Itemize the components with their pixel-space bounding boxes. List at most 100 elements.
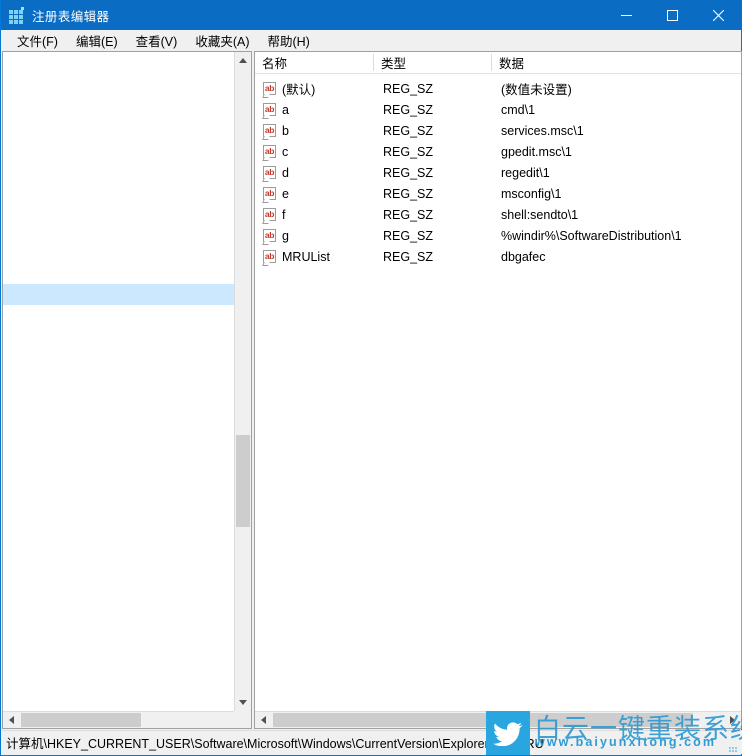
value-data: cmd\1 (501, 102, 536, 117)
value-name: (默认) (282, 83, 316, 97)
value-data: shell:sendto\1 (501, 207, 579, 222)
value-data: regedit\1 (501, 165, 550, 180)
tree-node[interactable]: Session (3, 326, 235, 347)
values-scroll-left-button[interactable] (255, 712, 272, 728)
tree-node[interactable]: RunMRU (3, 284, 235, 305)
value-name: d (282, 165, 289, 180)
tree-node[interactable]: Ext (3, 704, 235, 711)
value-name: e (282, 186, 289, 201)
value-type: REG_SZ (383, 144, 434, 159)
tree-node[interactable]: TWinUI (3, 536, 235, 557)
string-value-ab-icon: ab (262, 228, 277, 245)
tree-node[interactable]: Package (3, 200, 235, 221)
tree-node[interactable]: TrayNot (3, 515, 235, 536)
value-type: REG_SZ (383, 186, 434, 201)
column-header-name[interactable]: 名称 (255, 52, 373, 73)
tree-node[interactable]: Taskbar (3, 494, 235, 515)
menu-help[interactable]: 帮助(H) (258, 29, 318, 53)
values-column-header: 名称 类型 数据 (255, 52, 741, 74)
value-row[interactable]: ab g REG_SZ %windir%\SoftwareDistribution\1 (255, 225, 741, 246)
tree-node[interactable]: VirtualD (3, 620, 235, 641)
tree-node[interactable]: RecentD (3, 242, 235, 263)
value-type: REG_SZ (383, 102, 434, 117)
tree-scroll-up-button[interactable] (235, 52, 251, 69)
tree-scrollbar-corner (234, 711, 251, 728)
column-header-data[interactable]: 数据 (492, 52, 725, 73)
string-value-ab-icon: ab (262, 186, 277, 203)
tree-node[interactable]: StartPag (3, 389, 235, 410)
tree-node[interactable]: MenuOr (3, 116, 235, 137)
value-row[interactable]: ab a REG_SZ cmd\1 (255, 99, 741, 120)
tree-scroll-left-button[interactable] (3, 712, 20, 728)
maximize-button[interactable] (649, 0, 695, 30)
window-controls (603, 0, 741, 30)
menu-edit[interactable]: 编辑(E) (67, 29, 127, 53)
value-name: MRUList (282, 249, 330, 264)
registry-values-pane: 名称 类型 数据 ab (默认) REG_SZ (数值未设置) ab a REG_SZ cmd… (254, 51, 742, 729)
value-type: REG_SZ (383, 123, 434, 138)
value-row[interactable]: ab e REG_SZ msconfig\1 (255, 183, 741, 204)
tree-horizontal-scrollbar[interactable] (3, 711, 251, 728)
tree-node[interactable]: PlmVola (3, 221, 235, 242)
close-button[interactable] (695, 0, 741, 30)
value-row[interactable]: ab f REG_SZ shell:sendto\1 (255, 204, 741, 225)
menu-view[interactable]: 查看(V) (127, 29, 187, 53)
string-value-ab-icon: ab (262, 144, 277, 161)
tree-node[interactable]: UserAss (3, 599, 235, 620)
value-data: dbgafec (501, 249, 546, 264)
tree-node[interactable]: SearchP (3, 305, 235, 326)
string-value-ab-icon: ab (262, 123, 277, 140)
tree-node[interactable]: StuckRe (3, 473, 235, 494)
tree-node[interactable]: TypedPa (3, 557, 235, 578)
tree-node[interactable]: User Sh (3, 578, 235, 599)
menu-file[interactable]: 文件(F) (8, 29, 67, 53)
values-scroll-right-button[interactable] (724, 712, 741, 728)
value-type: REG_SZ (383, 207, 434, 222)
tree-node[interactable]: Shell Fo (3, 347, 235, 368)
value-row[interactable]: ab MRUList REG_SZ dbgafec (255, 246, 741, 267)
value-row[interactable]: ab b REG_SZ services.msc\1 (255, 120, 741, 141)
tree-node[interactable]: MountP (3, 158, 235, 179)
tree-node[interactable]: StartupA (3, 410, 235, 431)
values-horizontal-scrollbar[interactable] (255, 711, 741, 728)
tree-node[interactable]: Shutdov (3, 368, 235, 389)
tree-node[interactable]: Streams (3, 452, 235, 473)
tree-node[interactable]: Ribbon (3, 263, 235, 284)
registry-editor-window: 注册表编辑器 文件(F) 编辑(E) 查看(V) 收藏夹(A) 帮助(H) Hi… (0, 0, 742, 756)
string-value-ab-icon: ab (262, 102, 277, 119)
value-name: b (282, 123, 289, 138)
panes-container: HideDesLogonSLowRegMenuOrModuleMountPOpe… (2, 51, 742, 729)
registry-tree[interactable]: HideDesLogonSLowRegMenuOrModuleMountPOpe… (3, 52, 235, 711)
value-name: f (282, 207, 286, 222)
tree-node[interactable]: LogonS (3, 74, 235, 95)
values-hscrollbar-thumb[interactable] (273, 713, 693, 727)
tree-hscrollbar-thumb[interactable] (21, 713, 141, 727)
value-data: %windir%\SoftwareDistribution\1 (501, 228, 682, 243)
tree-scroll-down-button[interactable] (235, 694, 251, 711)
column-header-type[interactable]: 类型 (374, 52, 491, 73)
tree-node[interactable]: HideDes (3, 53, 235, 74)
tree-node[interactable]: Wallpap (3, 662, 235, 683)
tree-node[interactable]: LowReg (3, 95, 235, 116)
value-row[interactable]: ab c REG_SZ gpedit.msc\1 (255, 141, 741, 162)
registry-tree-pane: HideDesLogonSLowRegMenuOrModuleMountPOpe… (2, 51, 252, 729)
value-row[interactable]: ab (默认) REG_SZ (数值未设置) (255, 78, 741, 99)
menu-favorites[interactable]: 收藏夹(A) (186, 29, 258, 53)
tree-node[interactable]: Module (3, 137, 235, 158)
value-data: services.msc\1 (501, 123, 584, 138)
tree-scrollbar-thumb[interactable] (236, 435, 250, 527)
value-data: gpedit.msc\1 (501, 144, 572, 159)
tree-node[interactable]: StreamM (3, 431, 235, 452)
window-title: 注册表编辑器 (32, 9, 110, 24)
tree-node[interactable]: VisualEf (3, 641, 235, 662)
value-name: a (282, 102, 289, 117)
tree-node[interactable]: Wallpap (3, 683, 235, 704)
registry-grid-icon (9, 7, 25, 24)
value-type: REG_SZ (383, 81, 434, 96)
tree-vertical-scrollbar[interactable] (234, 52, 251, 711)
tree-node[interactable]: Operati (3, 179, 235, 200)
value-type: REG_SZ (383, 228, 434, 243)
value-row[interactable]: ab d REG_SZ regedit\1 (255, 162, 741, 183)
minimize-button[interactable] (603, 0, 649, 30)
status-bar: 计算机\HKEY_CURRENT_USER\Software\Microsoft… (2, 730, 742, 754)
